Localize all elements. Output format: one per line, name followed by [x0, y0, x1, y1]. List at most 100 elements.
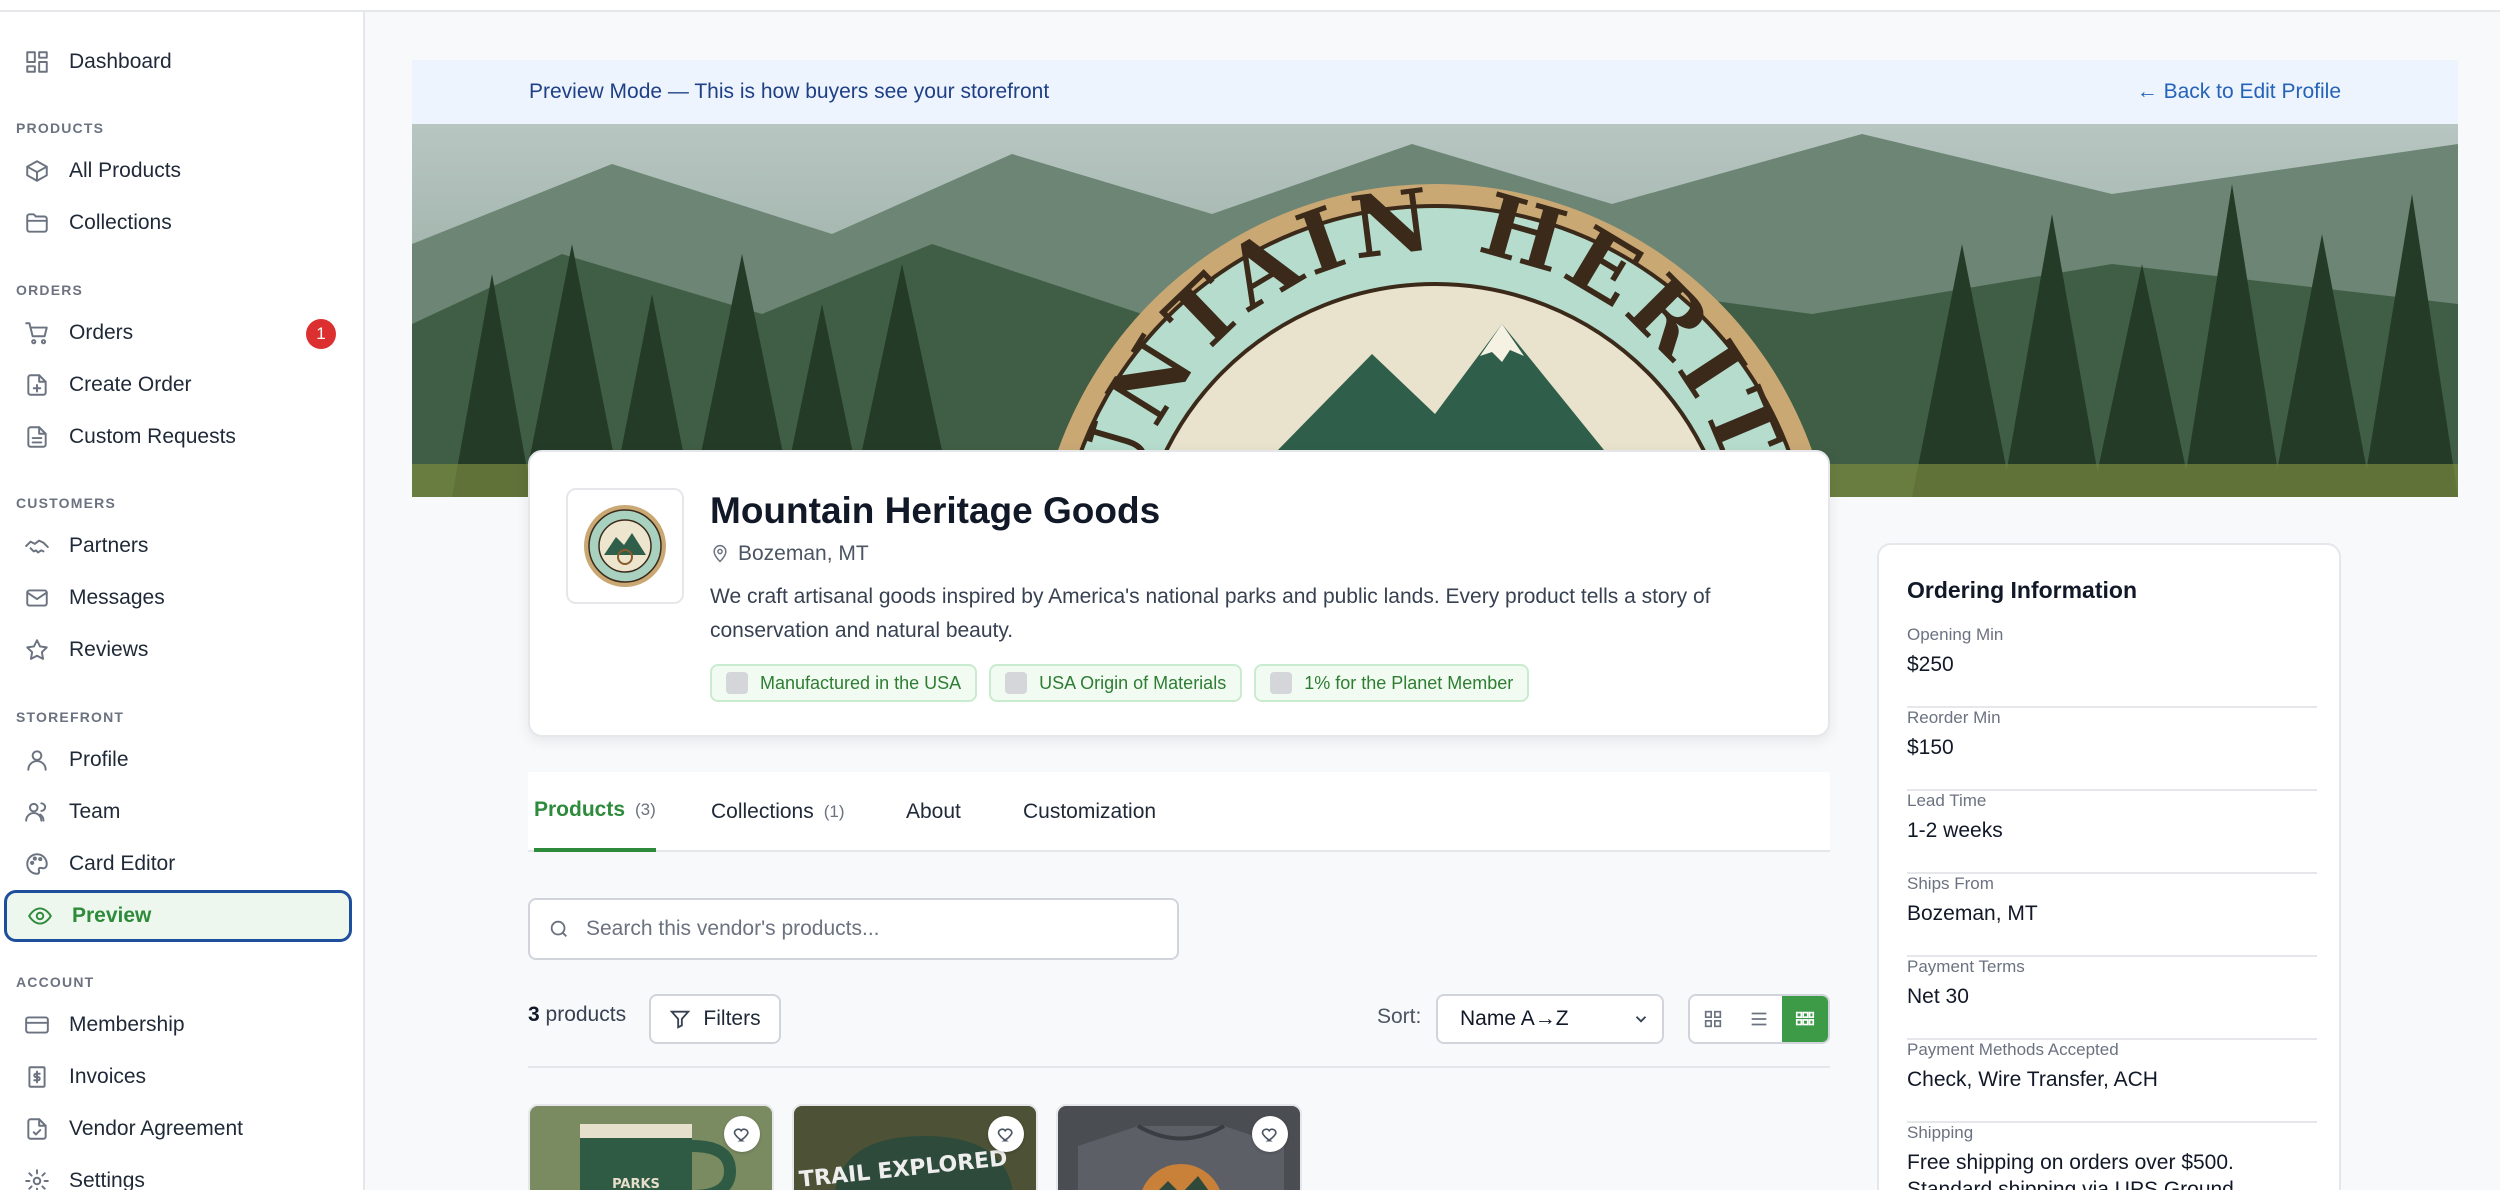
sort-value: Name A→Z [1460, 1007, 1569, 1030]
product-card[interactable]: PARKS [528, 1104, 774, 1190]
ordering-row-payment-terms: Payment Terms Net 30 [1907, 957, 2317, 1040]
ordering-row-value: $250 [1907, 653, 1954, 676]
favorite-button[interactable] [724, 1116, 760, 1152]
ordering-row-label: Payment Terms [1907, 957, 2025, 976]
heart-icon [997, 1128, 1013, 1142]
sidebar-item-settings[interactable]: Settings [4, 1155, 352, 1190]
box-icon [22, 156, 52, 186]
vendor-logo [566, 488, 684, 604]
folder-icon [22, 208, 52, 238]
ordering-information-card: Ordering Information Opening Min $250 Re… [1877, 543, 2341, 1190]
tab-collections[interactable]: Collections (1) [711, 772, 845, 852]
favorite-button[interactable] [1252, 1116, 1288, 1152]
sidebar-item-vendor-agreement[interactable]: Vendor Agreement [4, 1103, 352, 1155]
ordering-row-label: Lead Time [1907, 791, 1987, 810]
sidebar-item-preview[interactable]: Preview [4, 890, 352, 942]
sort-label: Sort: [1377, 1005, 1422, 1028]
vendor-tag-label: Manufactured in the USA [760, 672, 962, 693]
sidebar-item-label: Profile [69, 748, 129, 771]
product-card[interactable]: TRAIL EXPLORED [792, 1104, 1038, 1190]
sidebar-item-label: Custom Requests [69, 425, 236, 448]
users-icon [22, 797, 52, 827]
section-label-account: ACCOUNT [16, 974, 95, 990]
sidebar-item-label: Create Order [69, 373, 192, 396]
sidebar-item-label: Dashboard [69, 50, 172, 73]
filters-label: Filters [703, 1007, 761, 1030]
sidebar-item-reviews[interactable]: Reviews [4, 624, 352, 676]
sidebar-item-card-editor[interactable]: Card Editor [4, 838, 352, 890]
preview-mode-text: Preview Mode — This is how buyers see yo… [529, 80, 1050, 103]
heart-icon [733, 1128, 749, 1142]
compact-grid-icon [1795, 1011, 1815, 1026]
sidebar-item-label: Messages [69, 586, 165, 609]
tag-icon [1005, 672, 1028, 694]
ordering-row-shipping: Shipping Free shipping on orders over $5… [1907, 1123, 2317, 1190]
back-to-edit-profile-link[interactable]: ← Back to Edit Profile [2137, 80, 2341, 104]
favorite-button[interactable] [988, 1116, 1024, 1152]
vendor-tag: Manufactured in the USA [710, 664, 978, 702]
ordering-row-label: Shipping [1907, 1123, 1974, 1142]
ordering-row-ships-from: Ships From Bozeman, MT [1907, 874, 2317, 957]
tag-icon [726, 672, 748, 694]
vendor-logo-image [584, 505, 666, 587]
section-label-products: PRODUCTS [16, 120, 105, 136]
product-search-box [528, 898, 1179, 960]
grid-icon [1704, 1010, 1722, 1028]
ordering-row-label: Ships From [1907, 874, 1994, 893]
tab-products[interactable]: Products (3) [534, 772, 656, 852]
sidebar-item-label: Settings [69, 1169, 145, 1190]
sidebar-item-partners[interactable]: Partners [4, 520, 352, 572]
ordering-row-reorder-min: Reorder Min $150 [1907, 708, 2317, 791]
sidebar-item-label: Membership [69, 1013, 185, 1036]
list-view-button[interactable] [1736, 996, 1782, 1042]
filters-button[interactable]: Filters [649, 994, 781, 1044]
tab-about[interactable]: About [906, 772, 961, 852]
vendor-description: We craft artisanal goods inspired by Ame… [710, 585, 1711, 642]
product-card[interactable] [1056, 1104, 1302, 1190]
sort-select[interactable]: Name A→Z [1436, 994, 1664, 1044]
ordering-row-value: Check, Wire Transfer, ACH [1907, 1068, 2158, 1091]
sidebar-item-invoices[interactable]: Invoices [4, 1051, 352, 1103]
product-search-input[interactable] [586, 917, 1146, 941]
tab-customization[interactable]: Customization [1023, 772, 1156, 852]
tab-label: Customization [1023, 800, 1157, 823]
grid-view-button[interactable] [1690, 996, 1736, 1042]
gear-icon [22, 1166, 52, 1190]
dashboard-icon [22, 47, 52, 77]
hero-landscape-image: MOUNTAIN HERITAGE [412, 124, 2458, 497]
tab-count: (3) [635, 800, 656, 819]
sidebar-item-membership[interactable]: Membership [4, 999, 352, 1051]
ordering-information-title: Ordering Information [1907, 577, 2137, 603]
top-bar [0, 0, 2500, 12]
sidebar-item-dashboard[interactable]: Dashboard [4, 36, 352, 88]
sidebar-item-orders[interactable]: Orders 1 [4, 307, 352, 359]
compact-grid-view-button[interactable] [1782, 996, 1828, 1042]
sidebar-item-label: Orders [69, 321, 134, 344]
ordering-row-value: Bozeman, MT [1907, 902, 2038, 925]
ordering-row-opening-min: Opening Min $250 [1907, 625, 2317, 708]
vendor-tag: 1% for the Planet Member [1254, 664, 1530, 702]
sidebar-item-label: Invoices [69, 1065, 147, 1088]
sidebar-item-label: Preview [72, 904, 152, 927]
sidebar-item-messages[interactable]: Messages [4, 572, 352, 624]
sidebar-item-custom-requests[interactable]: Custom Requests [4, 411, 352, 463]
sidebar-item-team[interactable]: Team [4, 786, 352, 838]
eye-icon [25, 901, 55, 931]
search-icon [550, 920, 567, 937]
sidebar-item-label: Vendor Agreement [69, 1117, 243, 1140]
sidebar-item-collections[interactable]: Collections [4, 197, 352, 249]
storefront-hero-banner: MOUNTAIN HERITAGE [412, 124, 2458, 497]
vendor-location-text: Bozeman, MT [738, 542, 869, 565]
tab-label: Collections [711, 800, 814, 823]
tab-label: Products [534, 798, 626, 821]
sidebar-item-create-order[interactable]: Create Order [4, 359, 352, 411]
ordering-row-payment-methods: Payment Methods Accepted Check, Wire Tra… [1907, 1040, 2317, 1123]
sidebar-item-all-products[interactable]: All Products [4, 145, 352, 197]
ordering-row-label: Reorder Min [1907, 708, 2001, 727]
ordering-row-value: 1-2 weeks [1907, 819, 2003, 842]
vendor-location: Bozeman, MT [710, 542, 869, 566]
section-label-customers: CUSTOMERS [16, 495, 116, 511]
tab-count: (1) [823, 802, 845, 821]
sidebar-item-profile[interactable]: Profile [4, 734, 352, 786]
ordering-row-label: Opening Min [1907, 625, 2004, 644]
